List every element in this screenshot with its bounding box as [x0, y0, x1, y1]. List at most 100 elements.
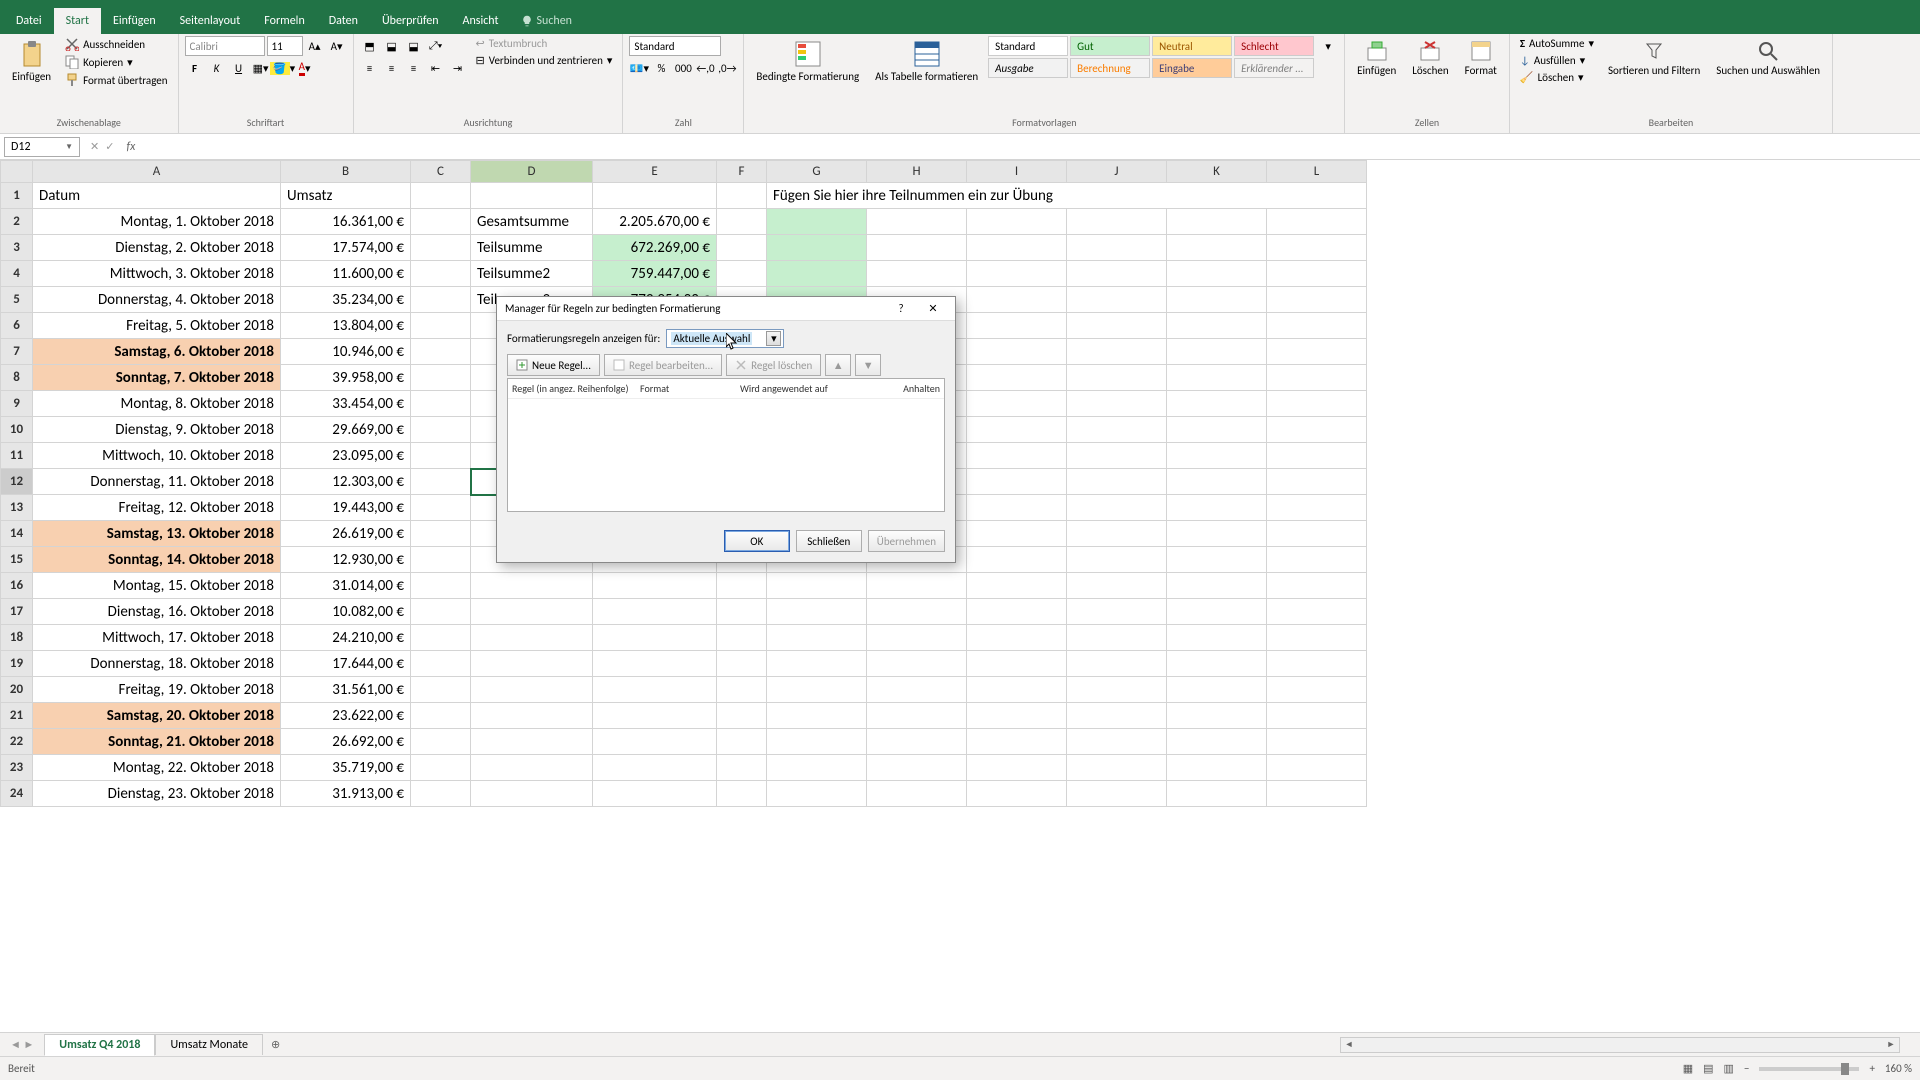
cell[interactable]: Sonntag, 7. Oktober 2018	[33, 365, 281, 391]
decrease-decimal-button[interactable]: ,0→	[717, 58, 737, 78]
cell[interactable]	[967, 209, 1067, 235]
cell[interactable]	[967, 677, 1067, 703]
row-header[interactable]: 12	[1, 469, 33, 495]
cell[interactable]: Donnerstag, 4. Oktober 2018	[33, 287, 281, 313]
horizontal-scrollbar[interactable]: ◄►	[1340, 1037, 1900, 1053]
cell[interactable]	[1267, 339, 1367, 365]
tab-ueberpruefen[interactable]: Überprüfen	[370, 8, 451, 34]
cell[interactable]	[767, 703, 867, 729]
cell[interactable]: Samstag, 20. Oktober 2018	[33, 703, 281, 729]
cell[interactable]	[717, 599, 767, 625]
column-header[interactable]: D	[471, 161, 593, 183]
cell[interactable]	[1267, 677, 1367, 703]
cell[interactable]: Dienstag, 23. Oktober 2018	[33, 781, 281, 807]
column-header[interactable]: I	[967, 161, 1067, 183]
cell[interactable]	[411, 677, 471, 703]
row-header[interactable]: 5	[1, 287, 33, 313]
cell[interactable]: Mittwoch, 3. Oktober 2018	[33, 261, 281, 287]
cell[interactable]	[593, 755, 717, 781]
cell[interactable]	[471, 599, 593, 625]
cell[interactable]	[1267, 729, 1367, 755]
cell[interactable]	[1267, 365, 1367, 391]
borders-button[interactable]: ▦▾	[251, 58, 271, 78]
style-ausgabe[interactable]: Ausgabe	[988, 58, 1068, 78]
cell[interactable]	[1267, 625, 1367, 651]
style-standard[interactable]: Standard	[988, 36, 1068, 56]
zoom-in-button[interactable]: +	[1869, 1062, 1874, 1075]
column-header[interactable]: K	[1167, 161, 1267, 183]
cell[interactable]	[471, 755, 593, 781]
cell[interactable]	[967, 417, 1067, 443]
cell[interactable]	[471, 573, 593, 599]
add-sheet-button[interactable]: ⊕	[263, 1038, 288, 1051]
format-cells-button[interactable]: Format	[1459, 36, 1503, 81]
cell[interactable]	[967, 313, 1067, 339]
column-header[interactable]: J	[1067, 161, 1167, 183]
cell[interactable]: 35.719,00 €	[281, 755, 411, 781]
increase-decimal-button[interactable]: ←,0	[695, 58, 715, 78]
wrap-text-button[interactable]: ↩Textumbruch	[472, 36, 617, 51]
cell[interactable]: 23.095,00 €	[281, 443, 411, 469]
cell[interactable]	[967, 521, 1067, 547]
number-format-input[interactable]	[629, 36, 721, 56]
row-header[interactable]: 4	[1, 261, 33, 287]
align-top-button[interactable]: ⬒	[360, 36, 380, 56]
row-header[interactable]: 9	[1, 391, 33, 417]
cell[interactable]	[1067, 391, 1167, 417]
tab-start[interactable]: Start	[54, 8, 101, 34]
cell[interactable]	[411, 573, 471, 599]
row-header[interactable]: 13	[1, 495, 33, 521]
shrink-font-button[interactable]: A▾	[327, 36, 347, 56]
column-header[interactable]: F	[717, 161, 767, 183]
cell[interactable]	[1167, 313, 1267, 339]
cell[interactable]	[1267, 547, 1367, 573]
cell[interactable]	[411, 495, 471, 521]
align-middle-button[interactable]: ⬓	[382, 36, 402, 56]
cell[interactable]	[1267, 495, 1367, 521]
cell[interactable]: Donnerstag, 11. Oktober 2018	[33, 469, 281, 495]
cell[interactable]	[1067, 495, 1167, 521]
row-header[interactable]: 24	[1, 781, 33, 807]
cell[interactable]	[1167, 599, 1267, 625]
cell[interactable]	[1067, 209, 1167, 235]
cell[interactable]	[411, 443, 471, 469]
cell[interactable]: Freitag, 12. Oktober 2018	[33, 495, 281, 521]
cell[interactable]: Samstag, 13. Oktober 2018	[33, 521, 281, 547]
cell[interactable]: 11.600,00 €	[281, 261, 411, 287]
row-header[interactable]: 11	[1, 443, 33, 469]
increase-indent-button[interactable]: ⇥	[448, 58, 468, 78]
cell[interactable]: 13.804,00 €	[281, 313, 411, 339]
cell[interactable]	[1267, 391, 1367, 417]
style-berechnung[interactable]: Berechnung	[1070, 58, 1150, 78]
cell[interactable]	[1167, 261, 1267, 287]
cell[interactable]	[1067, 729, 1167, 755]
cell[interactable]	[471, 703, 593, 729]
style-neutral[interactable]: Neutral	[1152, 36, 1232, 56]
apply-button[interactable]: Übernehmen	[868, 530, 945, 552]
cell[interactable]	[767, 651, 867, 677]
cell[interactable]	[717, 235, 767, 261]
cell[interactable]	[1267, 521, 1367, 547]
cell[interactable]	[1167, 573, 1267, 599]
orientation-button[interactable]: ⤢▾	[426, 36, 446, 56]
view-pagelayout-button[interactable]: ▤	[1703, 1062, 1713, 1075]
cell[interactable]	[867, 703, 967, 729]
cell[interactable]	[593, 625, 717, 651]
cell[interactable]	[411, 313, 471, 339]
cell[interactable]: 26.692,00 €	[281, 729, 411, 755]
cell[interactable]	[1067, 573, 1167, 599]
align-right-button[interactable]: ≡	[404, 58, 424, 78]
cell[interactable]	[717, 183, 767, 209]
zoom-level[interactable]: 160 %	[1885, 1062, 1912, 1075]
cell[interactable]: Freitag, 19. Oktober 2018	[33, 677, 281, 703]
cell[interactable]	[1267, 651, 1367, 677]
insert-cells-button[interactable]: Einfügen	[1351, 36, 1402, 81]
cell[interactable]	[1267, 417, 1367, 443]
cell[interactable]	[717, 261, 767, 287]
cell[interactable]	[1267, 781, 1367, 807]
cell[interactable]: 17.644,00 €	[281, 651, 411, 677]
cell[interactable]	[1167, 677, 1267, 703]
merge-center-button[interactable]: ⊟Verbinden und zentrieren ▾	[472, 53, 617, 68]
sheet-tab-other[interactable]: Umsatz Monate	[155, 1034, 262, 1055]
sort-filter-button[interactable]: Sortieren und Filtern	[1602, 36, 1706, 81]
